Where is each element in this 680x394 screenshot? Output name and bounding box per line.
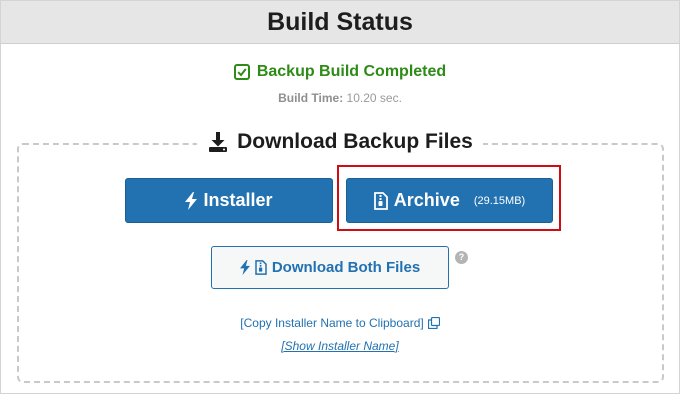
status-message: Backup Build Completed: [256, 63, 447, 80]
archive-button[interactable]: Archive (29.15MB): [346, 178, 553, 223]
download-both-button[interactable]: Download Both Files: [211, 246, 449, 289]
bolt-icon: [239, 260, 250, 275]
download-icon: [207, 131, 229, 153]
copy-link-label: [Copy Installer Name to Clipboard]: [240, 316, 424, 330]
build-time: Build Time: 10.20 sec.: [0, 91, 680, 105]
page-title: Build Status: [267, 7, 413, 36]
file-archive-icon: [255, 260, 267, 275]
archive-button-label: Archive: [393, 190, 460, 210]
copy-icon: [427, 317, 440, 329]
check-square-icon: [233, 64, 250, 80]
bolt-icon: [185, 191, 198, 210]
build-time-label: Build Time:: [278, 91, 344, 105]
archive-size: (29.15MB): [473, 194, 526, 207]
installer-button[interactable]: Installer: [125, 178, 333, 223]
section-title: Download Backup Files: [237, 130, 473, 153]
build-status-line: Backup Build Completed: [0, 63, 680, 81]
download-both-label: Download Both Files: [271, 259, 421, 276]
copy-installer-name-link[interactable]: [Copy Installer Name to Clipboard]: [0, 316, 680, 330]
panel-header: Build Status: [1, 1, 679, 44]
show-installer-name-link[interactable]: [Show Installer Name]: [0, 339, 680, 353]
download-section-header: Download Backup Files: [0, 130, 680, 154]
file-archive-icon: [373, 191, 388, 210]
build-time-value: 10.20 sec.: [346, 91, 402, 105]
help-icon[interactable]: ?: [455, 251, 468, 264]
installer-button-label: Installer: [203, 190, 273, 210]
